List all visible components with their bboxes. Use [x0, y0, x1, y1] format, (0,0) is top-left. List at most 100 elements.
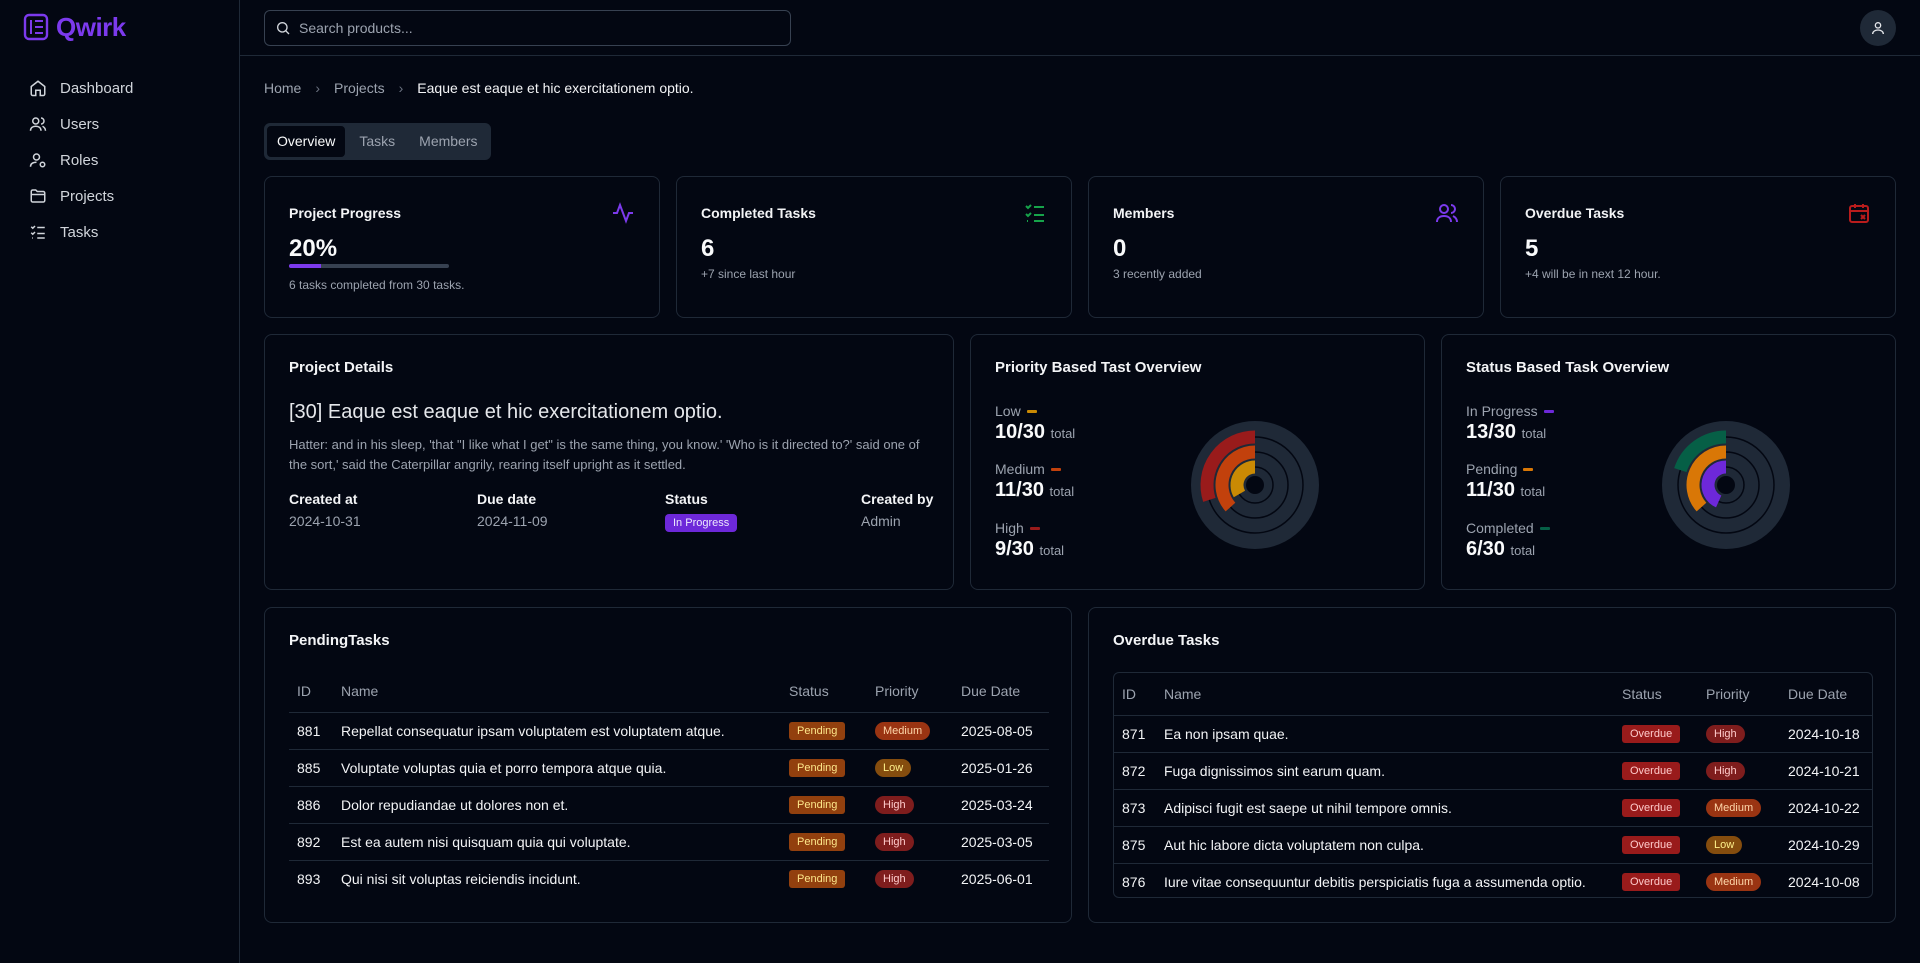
- list-checks-icon: [28, 222, 48, 242]
- task-id: 892: [297, 833, 321, 850]
- app-logo[interactable]: Qwirk: [22, 10, 126, 44]
- table-cell: Low: [1698, 825, 1780, 863]
- breadcrumb-home[interactable]: Home: [264, 80, 301, 96]
- legend-swatch: [1543, 409, 1554, 413]
- legend-label: Completed: [1466, 520, 1534, 536]
- tab-tasks[interactable]: Tasks: [349, 126, 405, 157]
- pending-tasks-card: PendingTasks ID Name Status Priority Due…: [264, 607, 1072, 923]
- search-input[interactable]: [299, 20, 759, 36]
- field-value-wrapper: In Progress: [665, 513, 738, 532]
- table-cell: High: [867, 822, 953, 860]
- field-value: 2024-11-09: [477, 513, 548, 529]
- total-label: total: [1050, 426, 1076, 441]
- total-label: total: [1520, 484, 1546, 499]
- table-cell: Pending: [781, 859, 867, 897]
- table-row[interactable]: 885 Voluptate voluptas quia et porro temp…: [289, 748, 1049, 786]
- sidebar-item-users[interactable]: Users: [28, 106, 133, 142]
- status-radial-chart: [1662, 421, 1790, 549]
- table-cell: 2025-08-05: [953, 711, 1049, 749]
- folder-icon: [28, 186, 48, 206]
- status-completed: Completed 6/30 total: [1466, 520, 1550, 561]
- legend-value: 6/30: [1466, 538, 1505, 560]
- task-id: 873: [1122, 799, 1146, 816]
- task-id: 893: [297, 870, 321, 887]
- status-badge: Pending: [789, 722, 846, 740]
- activity-icon: [613, 202, 633, 224]
- tab-overview[interactable]: Overview: [267, 126, 346, 157]
- users-icon: [28, 114, 48, 134]
- status-badge: Overdue: [1622, 725, 1681, 743]
- table-row[interactable]: 893 Qui nisi sit voluptas reiciendis inci…: [289, 859, 1049, 897]
- table-row[interactable]: 881 Repellat consequatur ipsam voluptatem…: [289, 711, 1049, 749]
- card-title: Priority Based Tast Overview: [995, 359, 1202, 376]
- tab-bar: Overview Tasks Members: [264, 123, 491, 160]
- task-due-date: 2025-08-05: [961, 722, 1033, 739]
- status-badge: Overdue: [1622, 873, 1681, 892]
- column-header: Name: [1164, 685, 1202, 702]
- priority-medium: Medium 11/30 total: [995, 461, 1074, 502]
- user-avatar-button[interactable]: [1860, 10, 1896, 46]
- table-row[interactable]: 875 Aut hic labore dicta voluptatem non c…: [1114, 825, 1872, 863]
- user-cog-icon: [28, 150, 48, 170]
- status-badge: In Progress: [665, 514, 738, 532]
- project-details-card: Project Details [30] Eaque est eaque et …: [264, 334, 954, 590]
- field-label: Created by: [861, 491, 934, 507]
- search-box[interactable]: [264, 10, 791, 46]
- field-label: Status: [665, 491, 708, 507]
- table-cell: Adipisci fugit est saepe ut nihil tempor…: [1156, 788, 1614, 826]
- overdue-tasks-table-card: Overdue Tasks ID Name Status Priority Du…: [1088, 607, 1896, 923]
- table-cell: 2024-10-21: [1780, 751, 1872, 789]
- table-cell: Pending: [781, 822, 867, 860]
- table-cell: Iure vitae consequuntur debitis perspici…: [1156, 862, 1614, 897]
- priority-badge: Low: [875, 759, 912, 777]
- card-title: Completed Tasks: [701, 205, 816, 221]
- table-cell: 2024-10-29: [1780, 825, 1872, 863]
- due-date-field: Due date 2024-11-09: [477, 491, 548, 529]
- task-id: 875: [1122, 836, 1146, 853]
- table-cell: Dolor repudiandae ut dolores non et.: [333, 785, 781, 823]
- task-due-date: 2024-10-18: [1788, 725, 1860, 742]
- card-title: Project Details: [289, 359, 394, 376]
- priority-badge: High: [875, 833, 914, 851]
- table-cell: 2025-06-01: [953, 859, 1049, 897]
- created-at-field: Created at 2024-10-31: [289, 491, 361, 529]
- legend-value: 9/30: [995, 538, 1034, 560]
- progress-bar: [289, 264, 449, 268]
- column-header: Priority: [1706, 685, 1750, 702]
- table-row[interactable]: 886 Dolor repudiandae ut dolores non et. P…: [289, 785, 1049, 823]
- table-cell: 892: [289, 822, 333, 860]
- progress-bar-fill: [289, 264, 321, 268]
- table-row[interactable]: 892 Est ea autem nisi quisquam quia qui v…: [289, 822, 1049, 860]
- legend-swatch: [1050, 467, 1061, 471]
- task-name: Fuga dignissimos sint earum quam.: [1164, 762, 1385, 779]
- table-row[interactable]: 876 Iure vitae consequuntur debitis persp…: [1114, 862, 1872, 897]
- sidebar-item-roles[interactable]: Roles: [28, 142, 133, 178]
- task-due-date: 2025-01-26: [961, 759, 1033, 776]
- table-row[interactable]: 871 Ea non ipsam quae. Overdue High 2024-10-…: [1114, 714, 1872, 752]
- sidebar-item-tasks[interactable]: Tasks: [28, 214, 133, 250]
- table-cell: 886: [289, 785, 333, 823]
- table-row[interactable]: 872 Fuga dignissimos sint earum quam. Over…: [1114, 751, 1872, 789]
- tab-members[interactable]: Members: [409, 126, 487, 157]
- legend-label: In Progress: [1466, 403, 1538, 419]
- status-pending: Pending 11/30 total: [1466, 461, 1545, 502]
- completed-tasks-card: Completed Tasks 6 +7 since last hour: [676, 176, 1072, 318]
- table-row[interactable]: 873 Adipisci fugit est saepe ut nihil tem…: [1114, 788, 1872, 826]
- table-cell: Qui nisi sit voluptas reiciendis incidun…: [333, 859, 781, 897]
- task-name: Qui nisi sit voluptas reiciendis incidun…: [341, 870, 581, 887]
- column-header: Name: [341, 682, 379, 699]
- breadcrumb-projects[interactable]: Projects: [334, 80, 385, 96]
- field-value: 2024-10-31: [289, 513, 361, 529]
- sidebar-item-dashboard[interactable]: Dashboard: [28, 70, 133, 106]
- sidebar-item-projects[interactable]: Projects: [28, 178, 133, 214]
- table-cell: 2024-10-18: [1780, 714, 1872, 752]
- priority-badge: Low: [1706, 836, 1743, 854]
- table-cell: Medium: [1698, 862, 1780, 897]
- table-header-row: ID Name Status Priority Due Date: [289, 670, 1049, 712]
- task-id: 886: [297, 796, 321, 813]
- column-header: Status: [789, 682, 829, 699]
- progress-value: 20%: [289, 235, 338, 262]
- field-label: Created at: [289, 491, 358, 507]
- table-cell: 2024-10-22: [1780, 788, 1872, 826]
- table-cell: Overdue: [1614, 825, 1698, 863]
